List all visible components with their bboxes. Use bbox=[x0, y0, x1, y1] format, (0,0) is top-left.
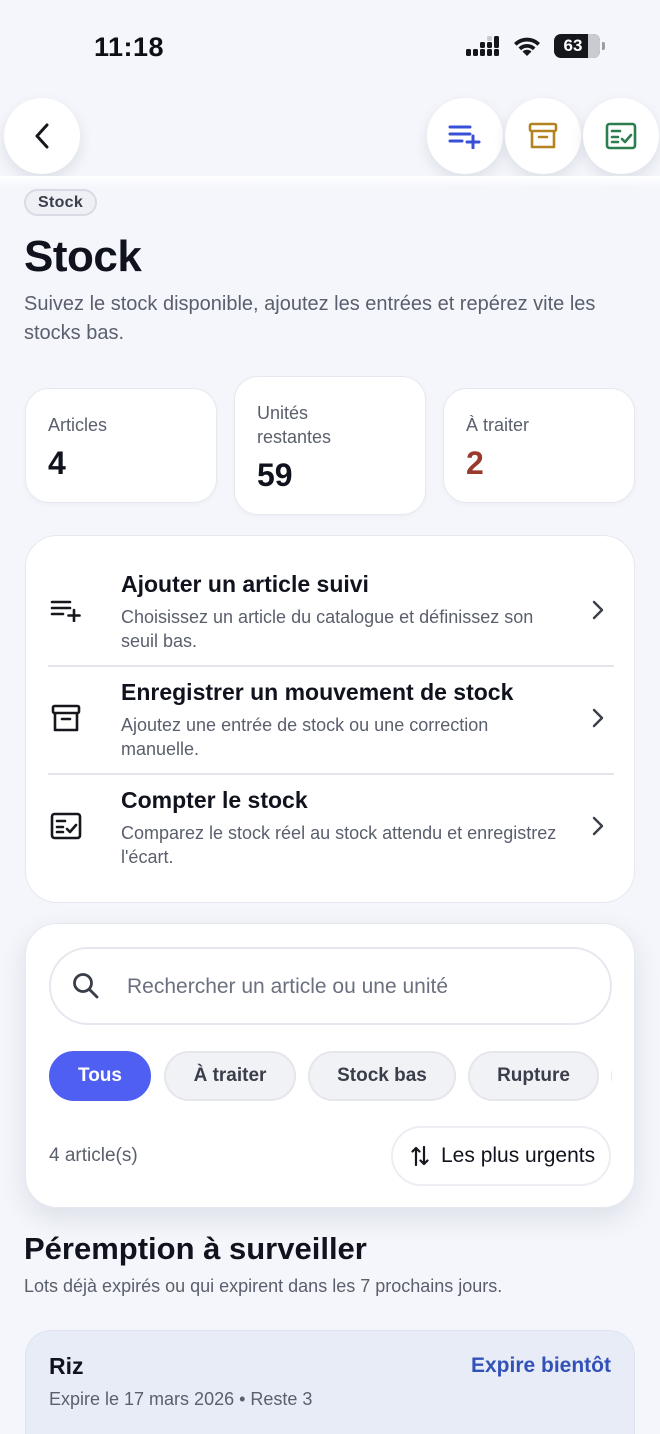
action-stock-movement[interactable]: Enregistrer un mouvement de stock Ajoute… bbox=[48, 666, 614, 773]
chevron-right-icon bbox=[592, 600, 604, 620]
header-fade bbox=[0, 176, 660, 188]
chevron-right-icon bbox=[592, 816, 604, 836]
stat-label: Articles bbox=[48, 415, 108, 435]
expiry-section-title: Péremption à surveiller bbox=[24, 1231, 367, 1266]
action-title: Compter le stock bbox=[121, 787, 308, 813]
archive-box-icon bbox=[51, 704, 81, 732]
status-icons: 63 bbox=[466, 34, 605, 58]
action-description: Ajoutez une entrée de stock ou une corre… bbox=[121, 715, 489, 759]
action-count-stock[interactable]: Compter le stock Comparez le stock réel … bbox=[48, 774, 614, 881]
expiry-item-name: Riz bbox=[49, 1353, 84, 1379]
expiry-status-badge: Expire bientôt bbox=[470, 1354, 611, 1377]
checklist-icon bbox=[50, 812, 82, 840]
search-box[interactable] bbox=[49, 947, 612, 1025]
action-description: Choisissez un article du catalogue et dé… bbox=[121, 607, 534, 651]
results-count: 4 article(s) bbox=[49, 1145, 138, 1166]
page-title: Stock bbox=[24, 232, 142, 281]
action-add-tracked-item[interactable]: Ajouter un article suivi Choisissez un a… bbox=[48, 558, 614, 665]
expiry-section-subtitle: Lots déjà expirés ou qui expirent dans l… bbox=[24, 1276, 503, 1296]
wifi-icon bbox=[514, 37, 540, 56]
checklist-icon bbox=[605, 122, 637, 150]
filter-chips: Tous À traiter Stock bas Rupture bbox=[49, 1051, 612, 1101]
chevron-left-icon bbox=[35, 123, 49, 149]
filter-chip-more[interactable] bbox=[611, 1051, 612, 1101]
stat-value: 2 bbox=[466, 445, 484, 481]
cellular-signal-icon bbox=[466, 36, 499, 56]
add-tracked-item-button[interactable] bbox=[427, 98, 503, 174]
action-title: Enregistrer un mouvement de stock bbox=[121, 679, 514, 705]
stat-label: Unités restantes bbox=[257, 403, 332, 447]
page-tag: Stock bbox=[24, 189, 98, 216]
filter-chip-all[interactable]: Tous bbox=[49, 1051, 151, 1101]
search-input[interactable] bbox=[127, 963, 597, 1011]
filter-chip-low-stock[interactable]: Stock bas bbox=[308, 1051, 456, 1101]
battery-level: 63 bbox=[563, 36, 583, 55]
stat-card-to-process: À traiter 2 bbox=[443, 388, 635, 503]
action-title: Ajouter un article suivi bbox=[121, 571, 369, 597]
sort-button[interactable]: Les plus urgents bbox=[391, 1126, 611, 1186]
stat-label: À traiter bbox=[466, 415, 530, 435]
stock-movement-button[interactable] bbox=[505, 98, 581, 174]
sort-label: Les plus urgents bbox=[441, 1144, 596, 1167]
sort-arrows-icon bbox=[411, 1145, 429, 1167]
playlist-add-icon bbox=[50, 600, 81, 622]
chevron-right-icon bbox=[592, 708, 604, 728]
expiry-item[interactable]: Riz Expire bientôt Expire le 17 mars 202… bbox=[25, 1330, 635, 1434]
filter-chip-out-of-stock[interactable]: Rupture bbox=[468, 1051, 599, 1101]
filter-chip-to-process[interactable]: À traiter bbox=[164, 1051, 296, 1101]
status-bar: 11:18 63 bbox=[0, 0, 660, 96]
stat-value: 59 bbox=[257, 457, 293, 493]
expiry-item-meta: Expire le 17 mars 2026 • Reste 3 bbox=[49, 1389, 313, 1409]
action-description: Comparez le stock réel au stock attendu … bbox=[121, 823, 557, 867]
count-stock-button[interactable] bbox=[583, 98, 659, 174]
stat-card-articles: Articles 4 bbox=[25, 388, 217, 503]
stat-card-units: Unités restantes 59 bbox=[234, 376, 426, 515]
battery-indicator: 63 bbox=[554, 34, 605, 58]
playlist-add-icon bbox=[448, 125, 481, 149]
back-button[interactable] bbox=[4, 98, 80, 174]
stock-screen: 11:18 63 Stock Stock Suivez le stock dis… bbox=[0, 0, 660, 1434]
search-filter-card: Tous À traiter Stock bas Rupture 4 artic… bbox=[25, 923, 635, 1208]
archive-box-icon bbox=[528, 122, 558, 149]
page-subtitle: Suivez le stock disponible, ajoutez les … bbox=[24, 293, 596, 344]
actions-card: Ajouter un article suivi Choisissez un a… bbox=[25, 535, 635, 903]
stat-value: 4 bbox=[48, 445, 66, 481]
search-icon bbox=[73, 973, 99, 999]
status-time: 11:18 bbox=[94, 32, 165, 62]
